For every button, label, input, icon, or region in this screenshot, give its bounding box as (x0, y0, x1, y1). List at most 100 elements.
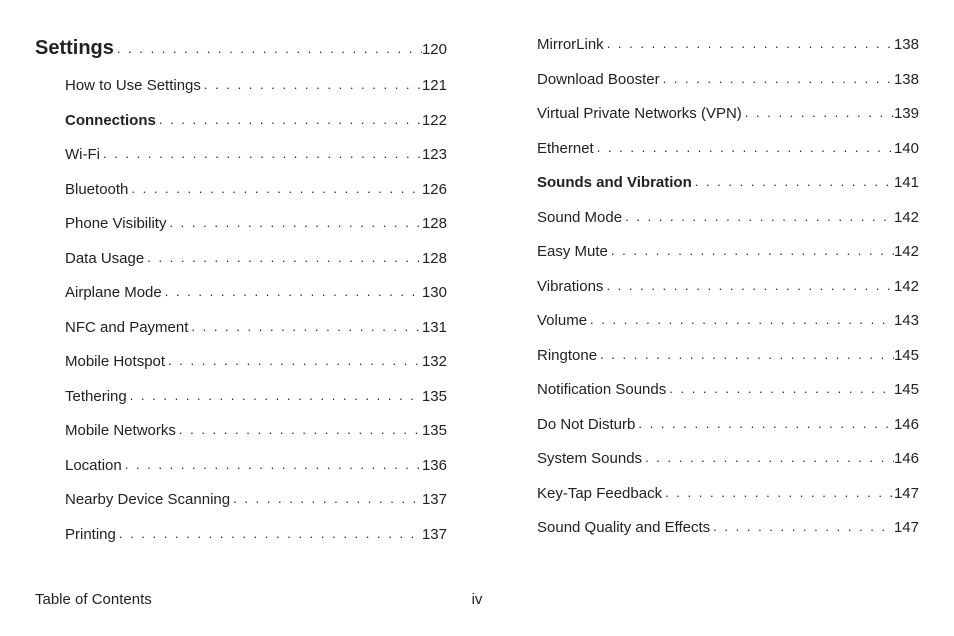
toc-page-number: 130 (422, 283, 447, 303)
toc-title: NFC and Payment (65, 318, 188, 338)
toc-entry[interactable]: Printing 137 (35, 525, 447, 545)
toc-title: Tethering (65, 387, 127, 407)
toc-title: Nearby Device Scanning (65, 490, 230, 510)
toc-entry[interactable]: How to Use Settings 121 (35, 76, 447, 96)
toc-entry[interactable]: Sound Quality and Effects147 (507, 518, 919, 538)
toc-leader-dots (635, 414, 894, 434)
toc-title: Wi-Fi (65, 145, 100, 165)
toc-entry[interactable]: Nearby Device Scanning 137 (35, 490, 447, 510)
toc-entry[interactable]: Virtual Private Networks (VPN) 139 (507, 104, 919, 124)
toc-title: Sounds and Vibration (537, 173, 692, 193)
toc-page-number: 137 (422, 525, 447, 545)
toc-leader-dots (176, 420, 422, 440)
toc-title: Ethernet (537, 139, 594, 159)
toc-title: System Sounds (537, 449, 642, 469)
toc-entry[interactable]: Data Usage128 (35, 249, 447, 269)
toc-entry[interactable]: Do Not Disturb146 (507, 415, 919, 435)
toc-page-number: 122 (422, 111, 447, 131)
toc-page-number: 128 (422, 214, 447, 234)
toc-page-number: 141 (894, 173, 919, 193)
toc-entry[interactable]: Phone Visibility128 (35, 214, 447, 234)
toc-page-number: 128 (422, 249, 447, 269)
toc-entry[interactable]: MirrorLink 138 (507, 35, 919, 55)
toc-page-number: 142 (894, 277, 919, 297)
toc-title: Mobile Networks (65, 421, 176, 441)
toc-page-number: 138 (894, 35, 919, 55)
toc-entry[interactable]: Mobile Networks135 (35, 421, 447, 441)
toc-leader-dots (622, 207, 894, 227)
toc-entry[interactable]: Easy Mute 142 (507, 242, 919, 262)
toc-page-number: 135 (422, 387, 447, 407)
toc-page-number: 147 (894, 518, 919, 538)
toc-page-number: 140 (894, 139, 919, 159)
toc-page-number: 120 (422, 40, 447, 60)
toc-entry[interactable]: Notification Sounds 145 (507, 380, 919, 400)
toc-title: Location (65, 456, 122, 476)
toc-entry[interactable]: Location136 (35, 456, 447, 476)
toc-page-number: 142 (894, 242, 919, 262)
toc-content: Settings120 How to Use Settings 121 Connect… (0, 0, 954, 559)
toc-leader-dots (604, 34, 894, 54)
toc-title: Easy Mute (537, 242, 608, 262)
toc-page-number: 142 (894, 208, 919, 228)
toc-leader-dots (692, 172, 894, 192)
toc-leader-dots (660, 69, 894, 89)
toc-entry[interactable]: Download Booster138 (507, 70, 919, 90)
toc-title: Connections (65, 111, 156, 131)
toc-entry[interactable]: Wi-Fi 123 (35, 145, 447, 165)
toc-leader-dots (156, 110, 422, 130)
toc-entry[interactable]: Key-Tap Feedback 147 (507, 484, 919, 504)
toc-leader-dots (165, 351, 422, 371)
footer-page-number: iv (472, 591, 483, 608)
toc-leader-dots (166, 213, 422, 233)
toc-page-number: 137 (422, 490, 447, 510)
toc-page-number: 146 (894, 449, 919, 469)
toc-entry[interactable]: Ethernet 140 (507, 139, 919, 159)
toc-leader-dots (144, 248, 422, 268)
toc-leader-dots (594, 138, 894, 158)
toc-leader-dots (710, 517, 894, 537)
toc-page-number: 131 (422, 318, 447, 338)
toc-entry[interactable]: Volume143 (507, 311, 919, 331)
toc-page-number: 121 (422, 76, 447, 96)
toc-entry[interactable]: Settings120 (35, 35, 447, 61)
toc-page-number: 132 (422, 352, 447, 372)
toc-entry[interactable]: Mobile Hotspot132 (35, 352, 447, 372)
toc-entry[interactable]: System Sounds 146 (507, 449, 919, 469)
toc-page-number: 147 (894, 484, 919, 504)
toc-title: MirrorLink (537, 35, 604, 55)
toc-page-number: 123 (422, 145, 447, 165)
toc-title: Bluetooth (65, 180, 128, 200)
toc-entry[interactable]: Sound Mode142 (507, 208, 919, 228)
toc-leader-dots (230, 489, 422, 509)
toc-title: Volume (537, 311, 587, 331)
toc-title: How to Use Settings (65, 76, 201, 96)
footer-label: Table of Contents (35, 591, 152, 608)
toc-title: Ringtone (537, 346, 597, 366)
toc-leader-dots (603, 276, 894, 296)
toc-page-number: 138 (894, 70, 919, 90)
toc-column-left: Settings120 How to Use Settings 121 Connect… (35, 35, 447, 559)
toc-entry[interactable]: Sounds and Vibration 141 (507, 173, 919, 193)
toc-title: Printing (65, 525, 116, 545)
toc-title: Vibrations (537, 277, 603, 297)
toc-leader-dots (742, 103, 894, 123)
toc-entry[interactable]: NFC and Payment 131 (35, 318, 447, 338)
toc-page-number: 145 (894, 380, 919, 400)
toc-column-right: MirrorLink138Download Booster138Virtual … (507, 35, 919, 559)
toc-entry[interactable]: Bluetooth126 (35, 180, 447, 200)
toc-title: Virtual Private Networks (VPN) (537, 104, 742, 124)
toc-leader-dots (662, 483, 894, 503)
toc-leader-dots (122, 455, 422, 475)
toc-entry[interactable]: Vibrations 142 (507, 277, 919, 297)
toc-leader-dots (116, 524, 422, 544)
toc-title: Notification Sounds (537, 380, 666, 400)
toc-entry[interactable]: Ringtone145 (507, 346, 919, 366)
toc-title: Key-Tap Feedback (537, 484, 662, 504)
toc-entry[interactable]: Connections 122 (35, 111, 447, 131)
toc-entry[interactable]: Airplane Mode130 (35, 283, 447, 303)
toc-leader-dots (587, 310, 894, 330)
toc-page-number: 139 (894, 104, 919, 124)
toc-leader-dots (100, 144, 422, 164)
toc-entry[interactable]: Tethering 135 (35, 387, 447, 407)
